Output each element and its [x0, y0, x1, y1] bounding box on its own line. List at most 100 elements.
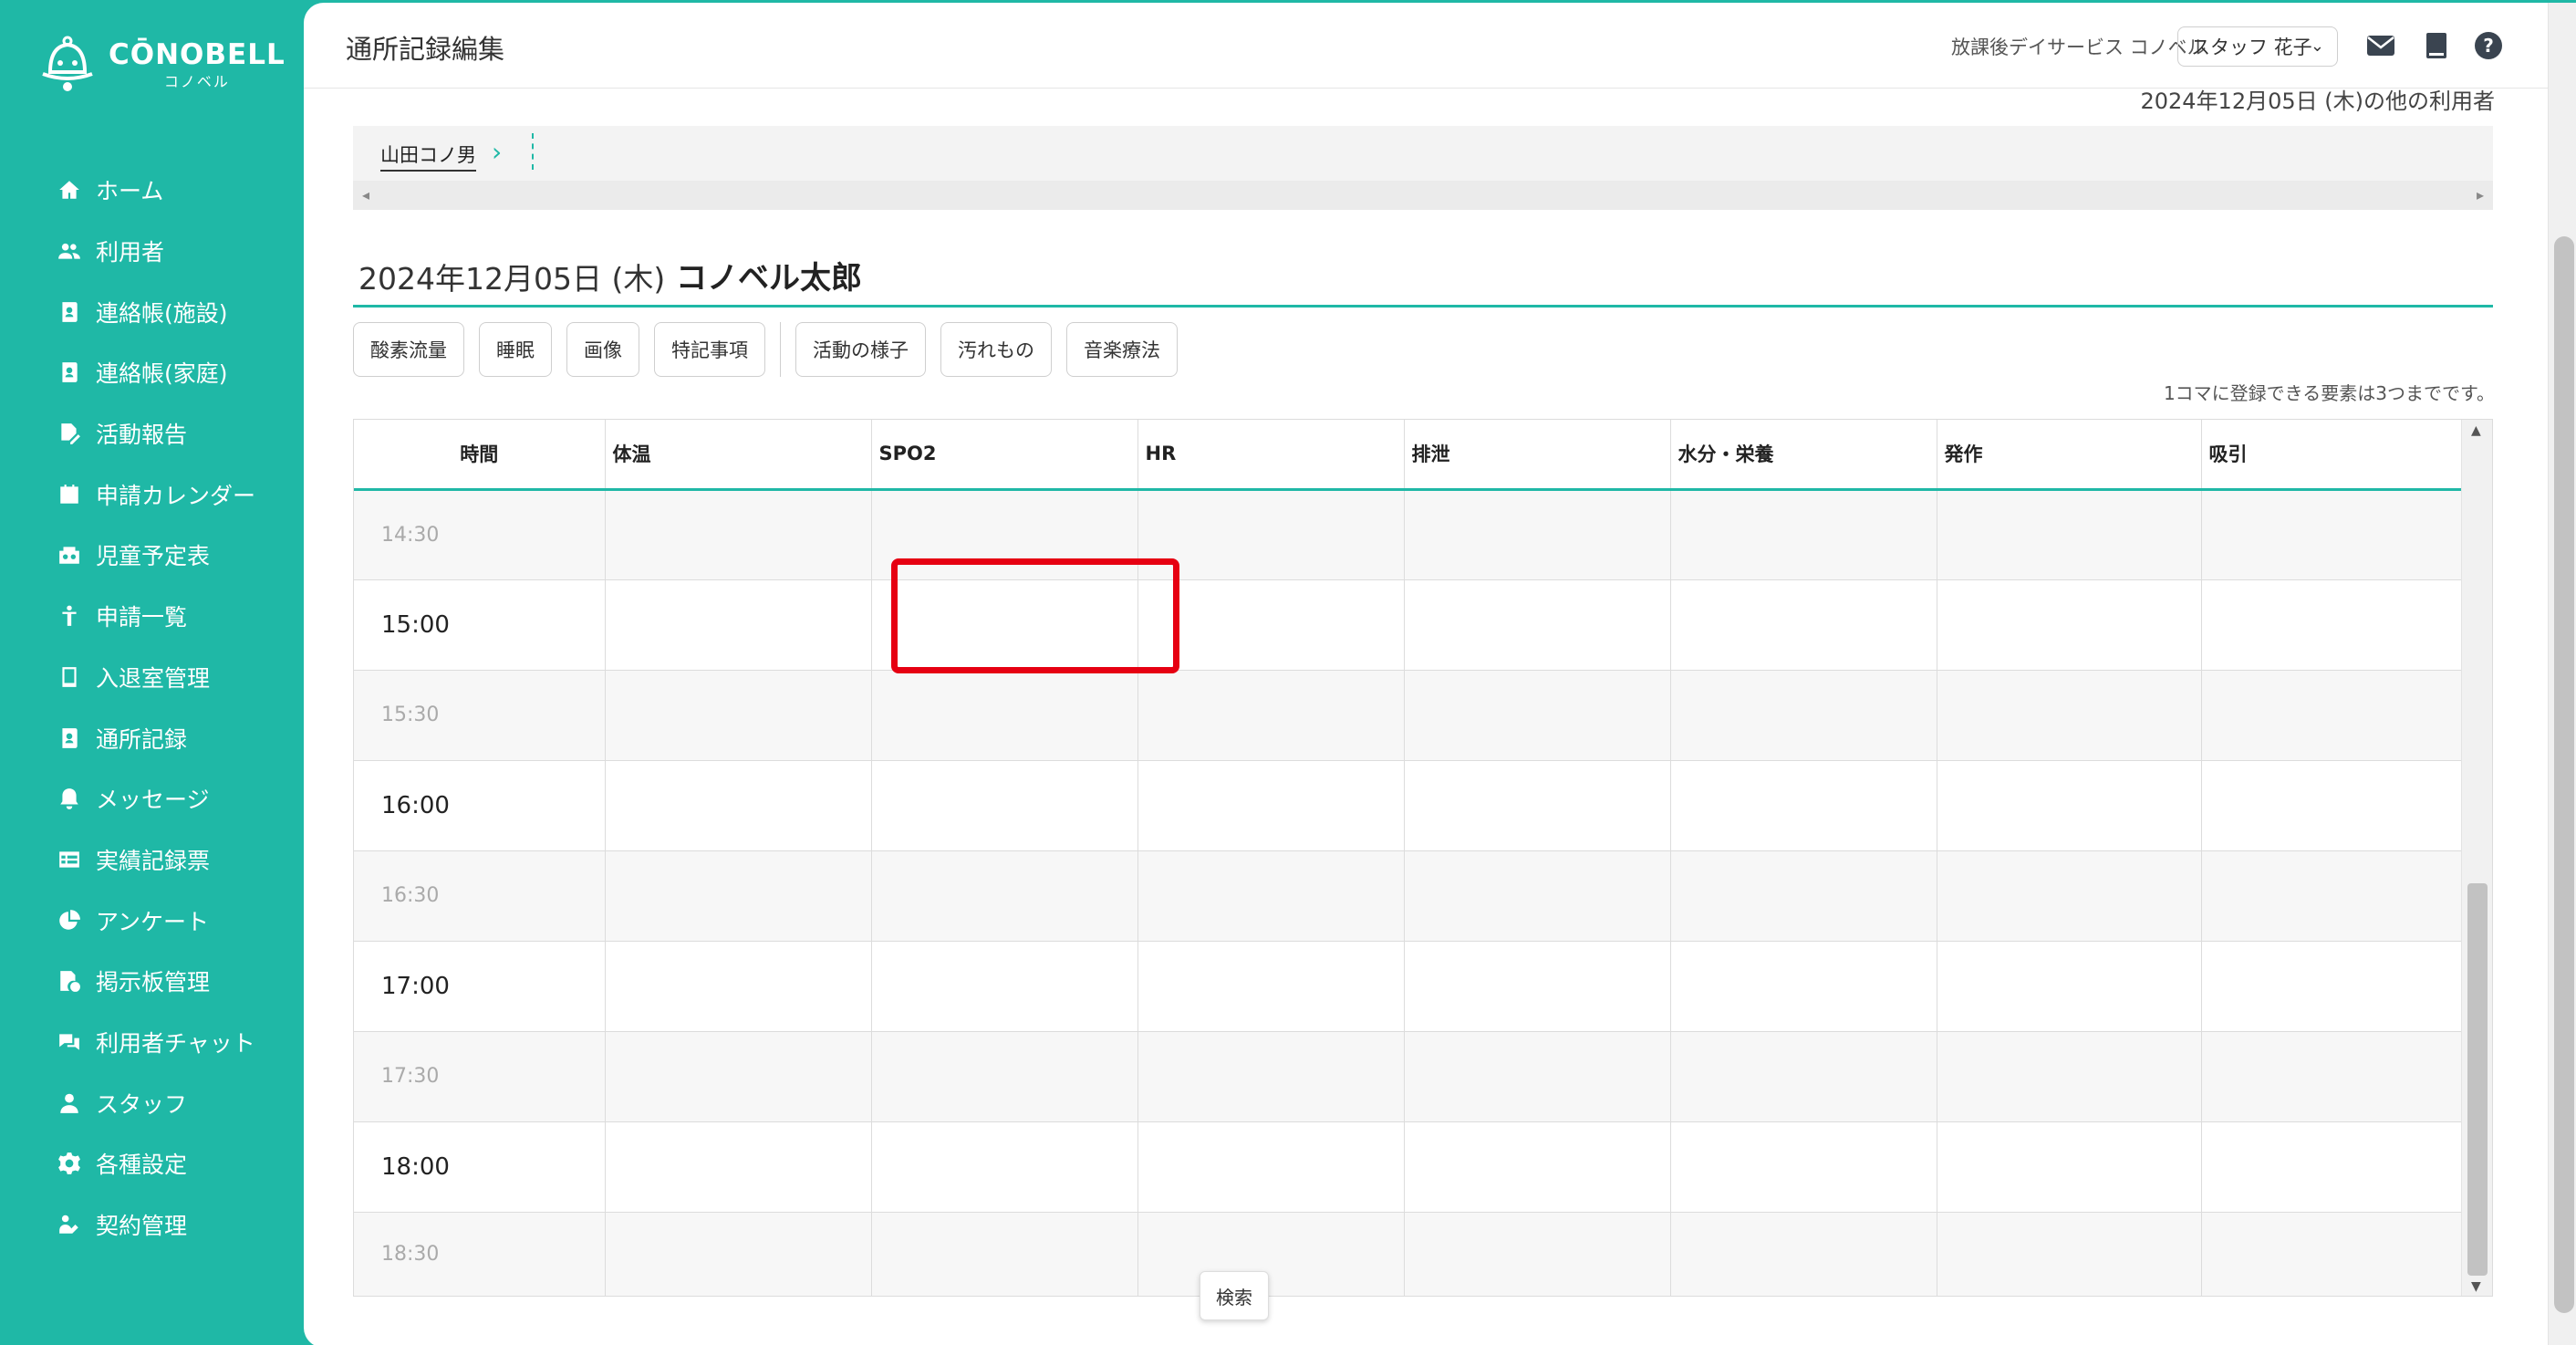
record-cell[interactable] [1404, 579, 1671, 671]
record-cell[interactable] [2201, 670, 2464, 761]
record-cell[interactable] [1937, 1121, 2202, 1213]
record-cell[interactable] [2201, 579, 2464, 671]
sidebar-item-user-chat[interactable]: 利用者チャット [56, 1012, 255, 1073]
staff-select[interactable]: スタッフ 花子 ⌄ [2177, 26, 2338, 67]
record-cell[interactable] [605, 1121, 872, 1213]
sidebar-item-contact-home[interactable]: 連絡帳(家庭) [56, 342, 255, 403]
user-tab-active[interactable]: 山田コノ男 [380, 141, 476, 172]
record-cell[interactable] [2201, 941, 2464, 1032]
sidebar-item-child-schedule[interactable]: 児童予定表 [56, 525, 255, 586]
sidebar-item-survey[interactable]: アンケート [56, 890, 255, 951]
chip-music-therapy[interactable]: 音楽療法 [1066, 322, 1178, 377]
record-cell[interactable] [1404, 1212, 1671, 1296]
chip-special-notes[interactable]: 特記事項 [654, 322, 765, 377]
record-cell[interactable] [1937, 941, 2202, 1032]
sidebar-item-settings[interactable]: 各種設定 [56, 1133, 255, 1194]
record-cell[interactable] [1137, 760, 1405, 851]
chip-oxygen-flow[interactable]: 酸素流量 [353, 322, 464, 377]
record-cell[interactable] [2201, 489, 2464, 580]
record-cell[interactable] [1670, 489, 1937, 580]
record-cell[interactable] [871, 1031, 1138, 1122]
scroll-down-icon[interactable]: ▼ [2471, 1279, 2481, 1294]
record-cell[interactable] [2201, 1121, 2464, 1213]
page-vertical-scrollbar[interactable] [2548, 3, 2576, 1345]
record-cell[interactable] [871, 760, 1138, 851]
record-cell[interactable] [871, 850, 1138, 942]
record-cell[interactable] [1404, 489, 1671, 580]
record-cell[interactable] [1404, 1031, 1671, 1122]
chip-image[interactable]: 画像 [566, 322, 639, 377]
sidebar-item-contract[interactable]: 契約管理 [56, 1194, 255, 1256]
record-cell[interactable] [1404, 1121, 1671, 1213]
record-cell[interactable] [1137, 670, 1405, 761]
record-cell[interactable] [1137, 1212, 1405, 1296]
sidebar-item-contact-facility[interactable]: 連絡帳(施設) [56, 281, 255, 342]
record-cell[interactable] [1670, 850, 1937, 942]
page-scroll-thumb[interactable] [2554, 236, 2574, 1313]
chip-soiled-items[interactable]: 汚れもの [940, 322, 1052, 377]
record-cell[interactable] [605, 850, 872, 942]
chevron-right-icon[interactable]: › [492, 137, 502, 167]
record-cell[interactable] [1404, 850, 1671, 942]
record-cell[interactable] [1404, 670, 1671, 761]
record-cell[interactable] [1137, 941, 1405, 1032]
record-cell[interactable] [1137, 1121, 1405, 1213]
record-cell[interactable] [605, 670, 872, 761]
record-cell[interactable] [1137, 850, 1405, 942]
scroll-up-icon[interactable]: ▲ [2471, 423, 2481, 438]
sidebar-item-performance-record[interactable]: 実績記録票 [56, 829, 255, 891]
sidebar-item-attendance-record[interactable]: 通所記録 [56, 707, 255, 768]
record-cell[interactable] [605, 1212, 872, 1296]
record-cell[interactable] [605, 760, 872, 851]
sidebar-item-bulletin-board[interactable]: 掲示板管理 [56, 951, 255, 1012]
sidebar-item-activity-report[interactable]: 活動報告 [56, 403, 255, 464]
record-cell[interactable] [1670, 1031, 1937, 1122]
record-cell[interactable] [1670, 941, 1937, 1032]
sidebar-item-entry-exit[interactable]: 入退室管理 [56, 647, 255, 708]
record-cell[interactable] [1670, 760, 1937, 851]
record-cell[interactable] [871, 670, 1138, 761]
record-cell[interactable] [605, 489, 872, 580]
scroll-thumb[interactable] [2467, 883, 2488, 1276]
record-cell[interactable] [605, 1031, 872, 1122]
record-cell[interactable] [2201, 1212, 2464, 1296]
sidebar-item-staff[interactable]: スタッフ [56, 1072, 255, 1133]
record-cell[interactable] [1937, 760, 2202, 851]
record-cell[interactable] [1404, 941, 1671, 1032]
record-cell[interactable] [605, 579, 872, 671]
sidebar-item-home[interactable]: ホーム [56, 160, 255, 221]
record-cell[interactable] [1670, 1212, 1937, 1296]
record-cell[interactable] [1937, 1212, 2202, 1296]
record-cell[interactable] [1670, 1121, 1937, 1213]
record-cell[interactable] [1670, 579, 1937, 671]
record-cell[interactable] [1937, 579, 2202, 671]
mail-icon[interactable] [2365, 30, 2396, 61]
record-cell[interactable] [2201, 760, 2464, 851]
record-cell[interactable] [1404, 760, 1671, 851]
record-cell[interactable] [605, 941, 872, 1032]
record-cell[interactable] [871, 1212, 1138, 1296]
grid-vertical-scrollbar[interactable]: ▲ ▼ [2461, 420, 2492, 1296]
sidebar-item-users[interactable]: 利用者 [56, 221, 255, 282]
horizontal-scrollbar[interactable]: ◂ ▸ [353, 181, 2493, 210]
scroll-left-icon[interactable]: ◂ [362, 186, 369, 203]
sidebar-item-request-calendar[interactable]: 申請カレンダー [56, 464, 255, 525]
other-users-link[interactable]: 2024年12月05日 (木)の他の利用者 [2140, 83, 2495, 115]
record-cell[interactable] [2201, 850, 2464, 942]
brand-logo[interactable]: CŌNOBELL コノベル [39, 36, 286, 94]
sidebar-item-message[interactable]: メッセージ [56, 768, 255, 829]
chip-activity[interactable]: 活動の様子 [795, 322, 926, 377]
record-cell[interactable] [1670, 670, 1937, 761]
manual-book-icon[interactable] [2420, 30, 2451, 61]
record-cell[interactable] [871, 1121, 1138, 1213]
search-button[interactable]: 検索 [1200, 1271, 1269, 1320]
sidebar-item-request-list[interactable]: 申請一覧 [56, 586, 255, 647]
record-cell[interactable] [1937, 1031, 2202, 1122]
record-cell[interactable] [1937, 850, 2202, 942]
scroll-right-icon[interactable]: ▸ [2477, 186, 2484, 203]
help-icon[interactable]: ? [2473, 30, 2504, 61]
record-cell[interactable] [871, 941, 1138, 1032]
record-cell[interactable] [1937, 670, 2202, 761]
record-cell[interactable] [1937, 489, 2202, 580]
record-cell[interactable] [2201, 1031, 2464, 1122]
